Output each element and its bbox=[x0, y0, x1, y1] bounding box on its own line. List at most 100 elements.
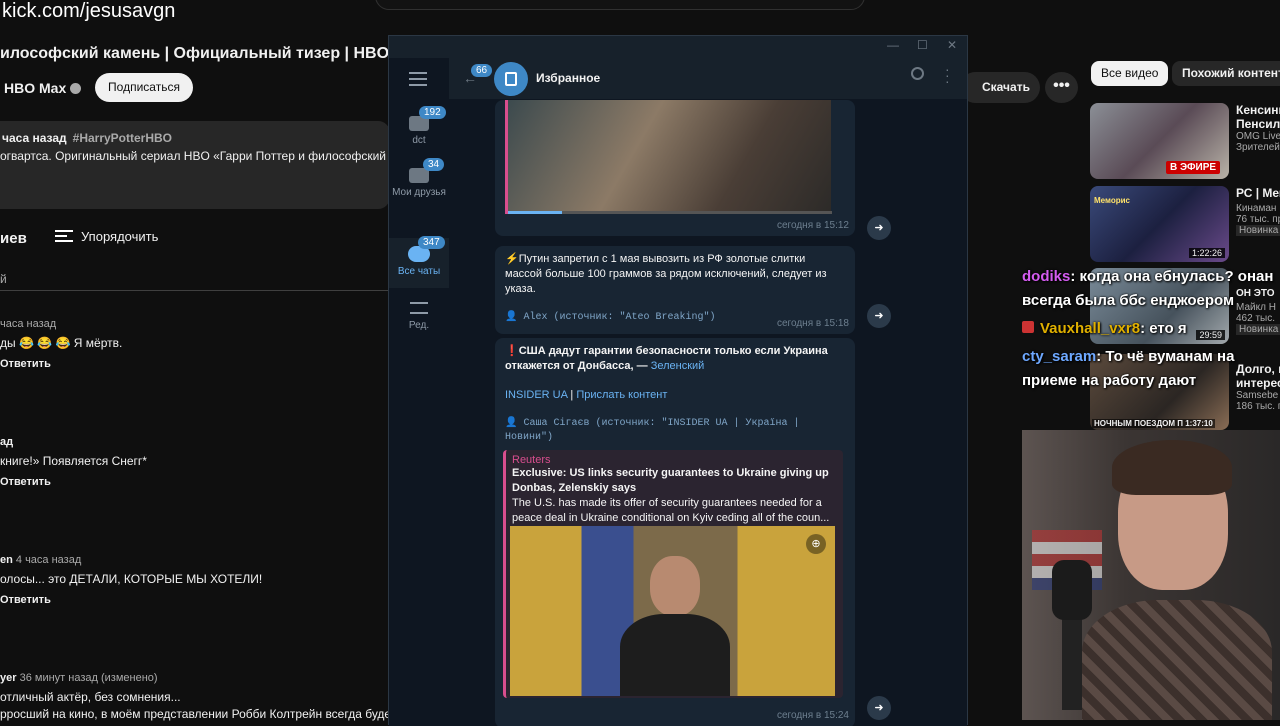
chat-text: : ето я bbox=[1140, 320, 1187, 337]
add-comment-input[interactable]: й bbox=[0, 272, 7, 286]
forward-icon[interactable]: ➜ bbox=[867, 216, 891, 240]
stream-chat-message: приеме на работу дают bbox=[1022, 372, 1196, 389]
stream-chat-message: dodiks: когда она ебнулась? онан bbox=[1022, 268, 1273, 285]
preview-title: Exclusive: US links security guarantees … bbox=[512, 467, 829, 494]
link-preview[interactable]: Reuters Exclusive: US links security gua… bbox=[503, 450, 843, 698]
channel-name[interactable]: HBO Max bbox=[4, 80, 82, 96]
comment-meta: en 4 часа назад bbox=[0, 554, 82, 566]
rec-channel: Кинаман bbox=[1236, 203, 1277, 214]
hashtag-link[interactable]: #HarryPotterHBO bbox=[73, 131, 172, 145]
chat-text: : То чё вуманам на bbox=[1096, 348, 1235, 365]
message-source: 👤 Саша Сігаєв (источник: "INSIDER UA | У… bbox=[505, 418, 800, 443]
rec-stats: 186 тыс. п bbox=[1236, 401, 1280, 412]
minimize-icon[interactable]: — bbox=[887, 38, 899, 52]
close-icon[interactable]: ✕ bbox=[947, 38, 957, 52]
message-body: ❗США дадут гарантии безопасности только … bbox=[505, 345, 828, 372]
folder-my-friends[interactable]: 34 Мои друзья bbox=[389, 158, 449, 199]
description-meta: часа назад #HarryPotterHBO bbox=[2, 131, 173, 145]
duration-badge: 1:22:26 bbox=[1188, 248, 1225, 258]
message-time: сегодня в 15:24 bbox=[777, 710, 849, 721]
more-actions-button[interactable]: ••• bbox=[1045, 72, 1078, 103]
rec-stats: Зрителей bbox=[1236, 142, 1280, 153]
search-icon[interactable] bbox=[911, 67, 924, 80]
insider-link[interactable]: INSIDER UA bbox=[505, 389, 567, 401]
comment-item: часа назад ды 😂 😂 😂 Я мёртв. Ответить bbox=[0, 318, 122, 370]
stream-url: kick.com/jesusavgn bbox=[2, 0, 176, 22]
window-titlebar: — ☐ ✕ bbox=[389, 36, 967, 58]
chat-username: dodiks bbox=[1022, 268, 1071, 285]
rec-title: Долго, н bbox=[1236, 362, 1280, 376]
sort-button[interactable]: Упорядочить bbox=[55, 229, 158, 244]
forward-icon[interactable]: ➜ bbox=[867, 696, 891, 720]
new-badge: Новинка bbox=[1236, 225, 1280, 236]
recommendation-info[interactable]: Кенсинг Пенсилв OMG Live Зрителей bbox=[1236, 103, 1280, 153]
folder-label: Мои друзья bbox=[392, 187, 446, 198]
live-badge: В ЭФИРЕ bbox=[1166, 161, 1221, 174]
video-preview[interactable] bbox=[505, 100, 832, 214]
youtube-search-bar[interactable] bbox=[375, 0, 865, 10]
message-links: INSIDER UA | Прислать контент bbox=[505, 389, 668, 401]
comment-text: книге!» Появляется Снегг* bbox=[0, 454, 147, 468]
preview-description: The U.S. has made its offer of security … bbox=[512, 497, 830, 524]
reply-button[interactable]: Ответить bbox=[0, 358, 122, 370]
duration-badge: 29:59 bbox=[1196, 330, 1225, 340]
comment-text: рросший на кино, в моём представлении Ро… bbox=[0, 707, 397, 721]
recommendation-thumbnail[interactable]: НОЧНЫМ ПОЕЗДОМ П 1:37:10 bbox=[1090, 354, 1229, 430]
more-vertical-icon[interactable]: · · · bbox=[945, 62, 950, 88]
folder-icon: 192 bbox=[409, 106, 446, 131]
recommendation-thumbnail[interactable]: В ЭФИРЕ bbox=[1090, 103, 1229, 179]
message-list[interactable]: сегодня в 15:12 ➜ ⚡Путин запретил с 1 ма… bbox=[449, 100, 967, 726]
recommendation-info[interactable]: ОН ЭТО Майкл Н 462 тыс. Новинка bbox=[1236, 288, 1280, 335]
chat-title[interactable]: Избранное bbox=[536, 71, 600, 85]
sliders-icon bbox=[410, 302, 428, 314]
recommendation-thumbnail[interactable]: Меморис 1:22:26 bbox=[1090, 186, 1229, 262]
chat-header: ← 66 Избранное · · · bbox=[449, 58, 967, 100]
sub-badge-icon bbox=[1022, 321, 1034, 333]
reply-button[interactable]: Ответить bbox=[0, 476, 147, 488]
rec-title: Кенсинг bbox=[1236, 103, 1280, 117]
menu-icon[interactable] bbox=[409, 72, 427, 86]
recommendation-info[interactable]: РС | Мем Кинаман 76 тыс. пр Новинка bbox=[1236, 186, 1280, 236]
reply-button[interactable]: Ответить bbox=[0, 594, 262, 606]
webcam-feed bbox=[1022, 430, 1280, 720]
rec-stats: 462 тыс. bbox=[1236, 313, 1276, 324]
folder-dct[interactable]: 192 dct bbox=[389, 106, 449, 146]
rec-title: РС | Мем bbox=[1236, 186, 1280, 200]
folder-all-chats[interactable]: 347 Все чаты bbox=[389, 236, 449, 288]
subscribe-button[interactable]: Подписаться bbox=[95, 73, 193, 102]
chat-username: cty_saram bbox=[1022, 348, 1097, 365]
chats-icon: 347 bbox=[408, 236, 445, 262]
recommendation-info[interactable]: Долго, н интерес Samsebe 186 тыс. п bbox=[1236, 362, 1280, 412]
sort-icon bbox=[55, 230, 73, 242]
preview-site: Reuters bbox=[512, 454, 551, 466]
description-text: огвартса. Оригинальный сериал HBO «Гарри… bbox=[0, 149, 402, 163]
saved-messages-avatar[interactable] bbox=[494, 62, 528, 96]
unread-badge: 347 bbox=[418, 236, 445, 249]
preview-image[interactable]: ⊕ bbox=[510, 526, 835, 696]
message-time: сегодня в 15:12 bbox=[777, 220, 849, 231]
video-title: илософский камень | Официальный тизер | … bbox=[0, 45, 416, 62]
chip-all-videos[interactable]: Все видео bbox=[1091, 61, 1169, 86]
download-button[interactable]: Скачать bbox=[960, 72, 1040, 103]
message-text[interactable]: ⚡Путин запретил с 1 мая вывозить из РФ з… bbox=[495, 246, 855, 334]
chip-related[interactable]: Похожий контент bbox=[1172, 61, 1280, 86]
maximize-icon[interactable]: ☐ bbox=[917, 38, 928, 52]
comment-text: отличный актёр, без сомнения... bbox=[0, 690, 181, 704]
folder-edit[interactable]: Ред. bbox=[389, 302, 449, 331]
rec-title: интерес bbox=[1236, 376, 1280, 390]
verified-icon bbox=[70, 83, 82, 94]
folder-label: Ред. bbox=[408, 320, 430, 331]
zoom-icon[interactable]: ⊕ bbox=[806, 534, 826, 554]
zelensky-link[interactable]: Зеленский bbox=[651, 360, 705, 372]
video-progress[interactable] bbox=[508, 211, 832, 214]
message-video[interactable]: сегодня в 15:12 bbox=[495, 100, 855, 236]
comment-author: ад bbox=[0, 436, 14, 448]
send-content-link[interactable]: Прислать контент bbox=[576, 389, 667, 401]
folder-icon: 34 bbox=[409, 158, 445, 183]
unread-badge: 192 bbox=[419, 106, 446, 119]
thumb-text: Меморис bbox=[1094, 196, 1130, 205]
chat-text: приеме на работу дают bbox=[1022, 372, 1197, 389]
message-news[interactable]: ❗США дадут гарантии безопасности только … bbox=[495, 338, 855, 726]
forward-icon[interactable]: ➜ bbox=[867, 304, 891, 328]
comment-item: ад книге!» Появляется Снегг* Ответить bbox=[0, 436, 147, 488]
